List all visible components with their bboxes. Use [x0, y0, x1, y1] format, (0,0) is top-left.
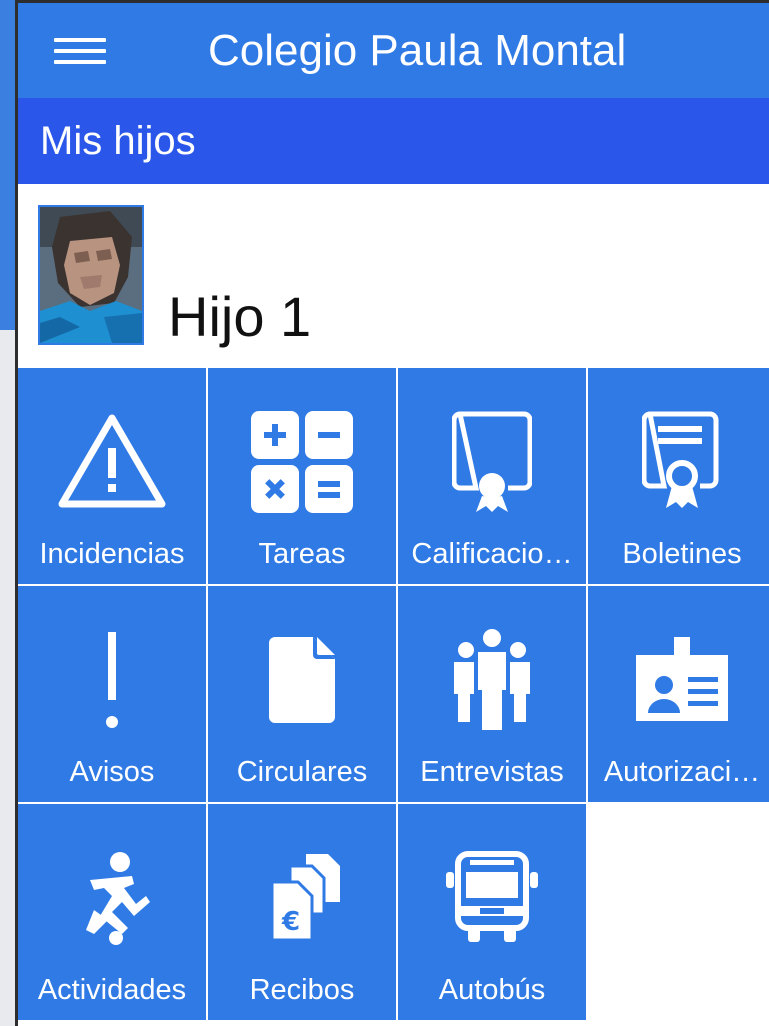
tile-label: Actividades [37, 974, 187, 1006]
tile-label: Autorizaci… [603, 756, 761, 788]
tile-autobus[interactable]: Autobús [398, 804, 586, 1020]
tile-label: Calificacio… [411, 538, 573, 570]
menu-button[interactable] [54, 27, 114, 75]
tile-boletines[interactable]: Boletines [588, 368, 769, 584]
tile-label: Boletines [622, 538, 742, 570]
calculator-icon [246, 406, 358, 518]
tile-label: Incidencias [39, 538, 185, 570]
tile-label: Circulares [236, 756, 368, 788]
avatar [38, 205, 144, 345]
tile-incidencias[interactable]: Incidencias [18, 368, 206, 584]
tile-avisos[interactable]: Avisos [18, 586, 206, 802]
avatar-photo-icon [40, 207, 142, 343]
section-title: Mis hijos [18, 98, 769, 184]
exclamation-icon [56, 624, 168, 736]
empty-cell [588, 804, 769, 1020]
warning-icon [56, 406, 168, 518]
tile-label: Avisos [69, 756, 155, 788]
tile-calificaciones[interactable]: Calificacio… [398, 368, 586, 584]
tile-label: Tareas [258, 538, 346, 570]
tile-label: Entrevistas [420, 756, 564, 788]
bus-icon [436, 842, 548, 954]
background-strip [0, 0, 15, 330]
background-edge [0, 0, 15, 1026]
tile-circulares[interactable]: Circulares [208, 586, 396, 802]
people-icon [436, 624, 548, 736]
tile-entrevistas[interactable]: Entrevistas [398, 586, 586, 802]
tile-autorizaciones[interactable]: Autorizaci… [588, 586, 769, 802]
app-bar: Colegio Paula Montal [18, 3, 769, 98]
menu-grid: Incidencias Tareas Calificacio… Boletine… [18, 368, 769, 1020]
app-title: Colegio Paula Montal [208, 26, 627, 75]
tile-label: Recibos [249, 974, 355, 1006]
svg-text:€: € [281, 907, 300, 937]
app-window: Colegio Paula Montal Mis hijos Hijo 1 In… [15, 0, 769, 1026]
euro-receipts-icon: € [246, 842, 358, 954]
menu-icon-bar [54, 60, 106, 64]
certificate-icon [436, 406, 548, 518]
tile-recibos[interactable]: € Recibos [208, 804, 396, 1020]
tile-tareas[interactable]: Tareas [208, 368, 396, 584]
child-selector[interactable]: Hijo 1 [18, 184, 769, 368]
tile-label: Autobús [438, 974, 546, 1006]
tile-actividades[interactable]: Actividades [18, 804, 206, 1020]
child-name: Hijo 1 [168, 285, 312, 348]
menu-icon-bar [54, 38, 106, 42]
document-icon [246, 624, 358, 736]
report-card-icon [626, 406, 738, 518]
soccer-player-icon [56, 842, 168, 954]
menu-icon-bar [54, 49, 106, 53]
id-badge-icon [626, 624, 738, 736]
